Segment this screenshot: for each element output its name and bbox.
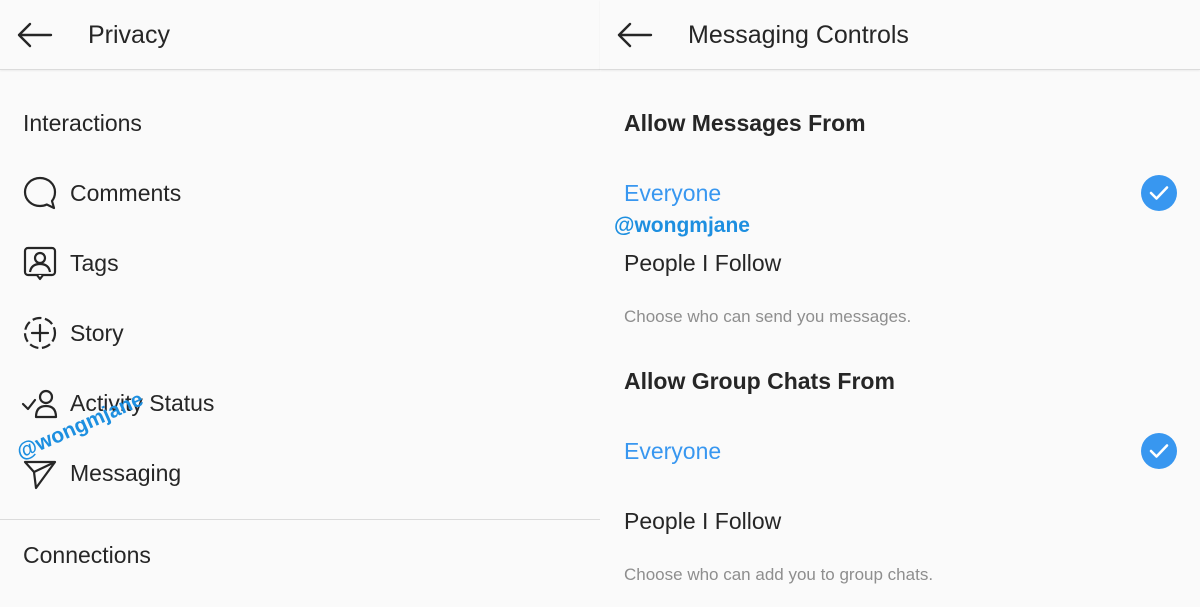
section-heading-interactions: Interactions [23,110,142,136]
section-divider [0,519,600,520]
privacy-header: Privacy [0,0,600,70]
checkmark-icon [1141,175,1177,211]
messaging-controls-header: Messaging Controls [600,0,1200,70]
option-label: People I Follow [624,507,782,534]
section-heading-connections: Connections [23,542,151,568]
option-label: Everyone [624,179,722,206]
back-button[interactable] [614,18,654,52]
checkmark-icon [1141,433,1177,469]
menu-label: Tags [70,249,119,276]
section-heading-group-chats: Allow Group Chats From [624,368,895,394]
option-messages-everyone[interactable]: Everyone [600,168,1200,218]
menu-label: Messaging [70,459,182,486]
activity-status-icon [20,383,60,423]
watermark-text: @wongmjane [614,214,750,237]
menu-item-comments[interactable]: Comments [20,168,580,218]
back-arrow-icon [17,22,53,48]
option-label: People I Follow [624,249,782,276]
menu-item-story[interactable]: Story [20,308,580,358]
tag-icon [20,243,60,283]
back-button[interactable] [14,18,54,52]
comment-icon [20,173,60,213]
menu-label: Story [70,319,124,346]
option-label: Everyone [624,437,722,464]
option-groups-people-i-follow[interactable]: People I Follow [600,496,1200,546]
helper-text-group-chats: Choose who can add you to group chats. [624,565,934,584]
story-icon [20,313,60,353]
back-arrow-icon [617,22,653,48]
privacy-panel: Privacy Interactions Comments Tags Story… [0,0,600,607]
page-title: Privacy [88,21,170,49]
menu-label: Comments [70,179,182,206]
option-messages-people-i-follow[interactable]: People I Follow [600,238,1200,288]
page-title: Messaging Controls [688,21,909,49]
helper-text-messages: Choose who can send you messages. [624,307,912,326]
option-groups-everyone[interactable]: Everyone [600,426,1200,476]
section-heading-messages: Allow Messages From [624,110,866,136]
menu-item-messaging[interactable]: Messaging [20,448,580,498]
messaging-controls-panel: Messaging Controls Allow Messages From E… [600,0,1200,607]
menu-item-tags[interactable]: Tags [20,238,580,288]
